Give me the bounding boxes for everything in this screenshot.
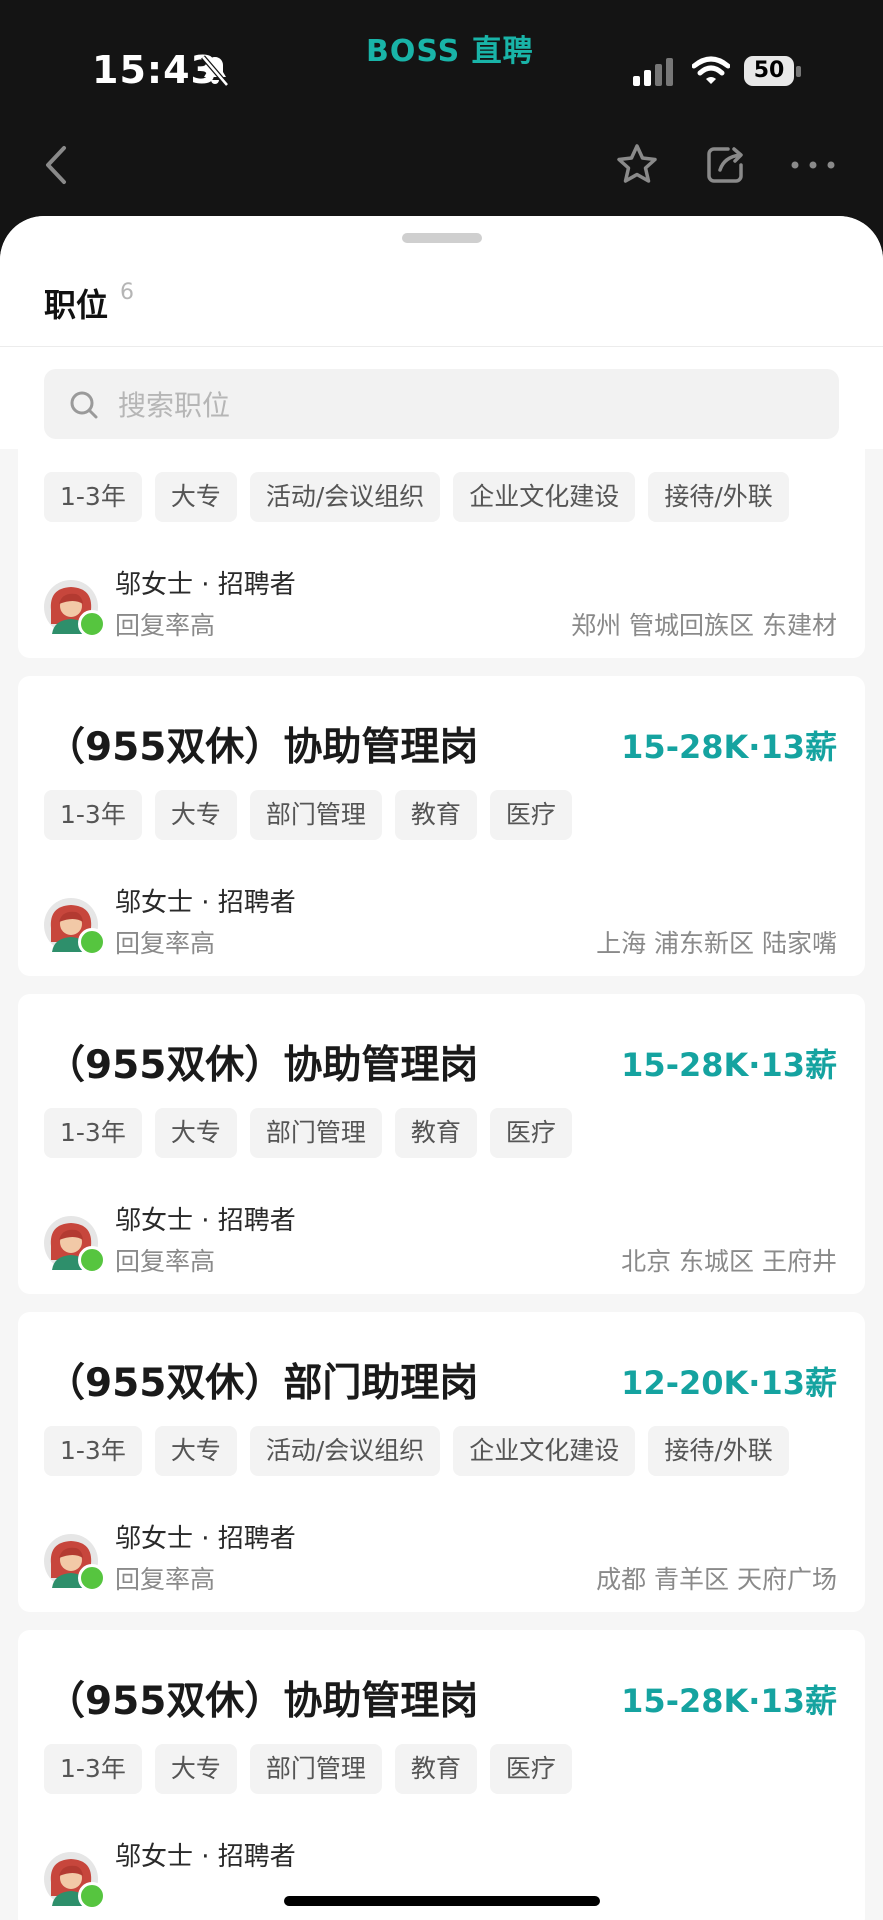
- job-location: 成都 青羊区 天府广场: [596, 1565, 837, 1594]
- job-tag: 医疗: [489, 1108, 572, 1158]
- job-tag: 企业文化建设: [453, 472, 636, 522]
- job-tag: 医疗: [489, 1744, 572, 1794]
- job-tag: 教育: [394, 790, 477, 840]
- search-input[interactable]: [116, 369, 820, 441]
- recruiter-name: 邬女士 · 招聘者: [115, 570, 296, 600]
- job-tags: 1-3年 大专 部门管理 教育 医疗: [44, 790, 572, 840]
- online-status-dot: [78, 1882, 106, 1910]
- star-icon[interactable]: [612, 140, 662, 190]
- job-card[interactable]: （955双休）协助管理岗 15-28K·13薪 1-3年 大专 部门管理 教育 医疗邬女士 …: [18, 994, 865, 1294]
- online-status-dot: [78, 610, 106, 638]
- reply-rate: 回复率高: [115, 1247, 216, 1276]
- status-bar: 15:43 BOSS 直聘 50: [0, 0, 883, 140]
- job-tag: 部门管理: [249, 1744, 382, 1794]
- recruiter-name: 邬女士 · 招聘者: [115, 1206, 296, 1236]
- job-tag: 医疗: [489, 790, 572, 840]
- job-tag: 企业文化建设: [453, 1426, 636, 1476]
- job-tag: 大专: [154, 472, 237, 522]
- job-tag: 1-3年: [44, 790, 142, 840]
- job-tag: 教育: [394, 1744, 477, 1794]
- wifi-icon: [692, 56, 730, 84]
- job-card[interactable]: （955双休）部门助理岗 12-20K·13薪 1-3年大专活动/会议组织企业文化建…: [18, 1312, 865, 1612]
- position-count: 6: [120, 280, 134, 305]
- online-status-dot: [78, 928, 106, 956]
- job-tag: 教育: [394, 1108, 477, 1158]
- job-tag: 大专: [154, 790, 237, 840]
- job-tags: 1-3年 大专 活动/会议组织 企业文化建设 接待/外联: [44, 1426, 789, 1476]
- job-tag: 1-3年: [44, 1108, 142, 1158]
- job-tag: 接待/外联: [648, 1426, 789, 1476]
- job-title: （955双休）协助管理岗: [46, 725, 479, 770]
- job-salary: 15-28K·13薪: [621, 1046, 837, 1084]
- job-title: （955双休）协助管理岗: [46, 1679, 479, 1724]
- search-icon: [70, 391, 98, 419]
- job-tags: 1-3年 大专 部门管理 教育 医疗: [44, 1108, 572, 1158]
- online-status-dot: [78, 1564, 106, 1592]
- recruiter-name: 邬女士 · 招聘者: [115, 1842, 296, 1872]
- brand-logo: BOSS 直聘: [366, 34, 534, 69]
- job-location: 上海 浦东新区 陆家嘴: [596, 929, 837, 958]
- sheet-header: 职位 6: [0, 216, 883, 347]
- job-tag: 1-3年: [44, 472, 142, 522]
- job-tag: 活动/会议组织: [249, 472, 441, 522]
- reply-rate: 回复率高: [115, 1565, 216, 1594]
- job-card[interactable]: （955双休）协助管理岗 15-28K·13薪 1-3年 大专 部门管理 教育 医疗邬女士 …: [18, 1630, 865, 1920]
- reply-rate: 回复率高: [115, 929, 216, 958]
- job-tag: 大专: [154, 1744, 237, 1794]
- sheet-title: 职位: [44, 286, 109, 324]
- more-icon[interactable]: [786, 140, 840, 190]
- positions-sheet: （955双休）部门助理岗12-20K·13薪1-3年大专活动/会议组织企业文化建…: [0, 216, 883, 1920]
- job-salary: 12-20K·13薪: [621, 1364, 837, 1402]
- job-tags: 1-3年 大专 活动/会议组织 企业文化建设 接待/外联: [44, 472, 789, 522]
- chevron-left-icon[interactable]: [36, 140, 76, 190]
- job-tag: 大专: [154, 1426, 237, 1476]
- job-tag: 1-3年: [44, 1744, 142, 1794]
- home-indicator[interactable]: [284, 1896, 600, 1906]
- share-icon[interactable]: [700, 140, 750, 190]
- search-box[interactable]: [44, 369, 839, 441]
- job-title: （955双休）协助管理岗: [46, 1043, 479, 1088]
- job-tags: 1-3年 大专 部门管理 教育 医疗: [44, 1744, 572, 1794]
- job-tag: 接待/外联: [648, 472, 789, 522]
- job-salary: 15-28K·13薪: [621, 1682, 837, 1720]
- job-salary: 15-28K·13薪: [621, 728, 837, 766]
- job-tag: 部门管理: [249, 1108, 382, 1158]
- signal-icon: [633, 58, 673, 86]
- job-location: 北京 东城区 王府井: [621, 1247, 837, 1276]
- recruiter-name: 邬女士 · 招聘者: [115, 1524, 296, 1554]
- job-tag: 1-3年: [44, 1426, 142, 1476]
- job-location: 郑州 管城回族区 东建材: [571, 611, 837, 640]
- reply-rate: 回复率高: [115, 611, 216, 640]
- battery-cap: [796, 66, 801, 77]
- search-bar: [0, 347, 883, 449]
- recruiter-name: 邬女士 · 招聘者: [115, 888, 296, 918]
- job-tag: 活动/会议组织: [249, 1426, 441, 1476]
- job-tag: 大专: [154, 1108, 237, 1158]
- job-card[interactable]: （955双休）协助管理岗 15-28K·13薪 1-3年 大专 部门管理 教育 医疗邬女士 …: [18, 676, 865, 976]
- job-tag: 部门管理: [249, 790, 382, 840]
- drag-handle[interactable]: [402, 233, 482, 243]
- battery-level: 50: [753, 58, 785, 83]
- bell-slash-icon: [201, 55, 229, 87]
- job-title: （955双休）部门助理岗: [46, 1361, 479, 1406]
- battery-icon: 50: [744, 56, 804, 88]
- online-status-dot: [78, 1246, 106, 1274]
